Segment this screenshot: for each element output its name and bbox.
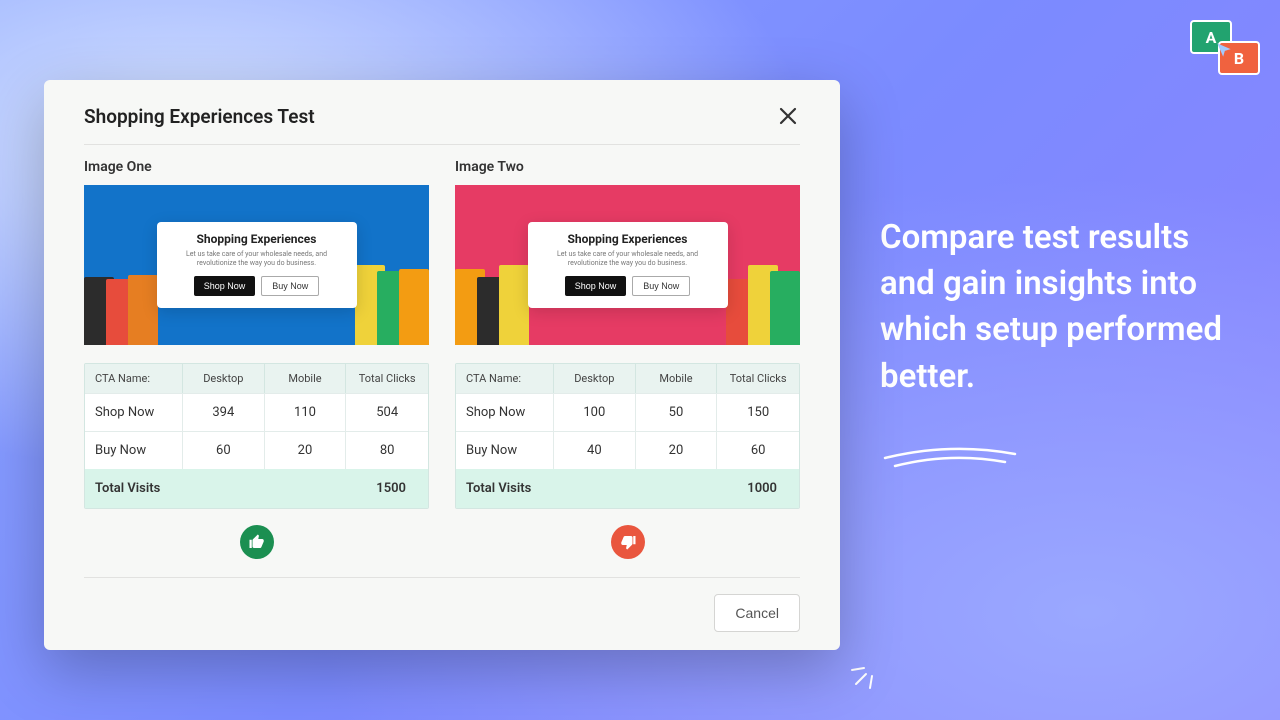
results-dialog: Shopping Experiences Test Image One Shop… [44,80,840,650]
close-button[interactable] [776,104,800,128]
cell-total: 80 [346,431,428,469]
variant-two: Image Two Shopping Experiences Let us ta… [455,159,800,559]
variant-two-table: CTA Name: Desktop Mobile Total Clicks Sh… [455,363,800,509]
col-total: Total Clicks [717,364,799,393]
verdict-badge [455,525,800,559]
col-mobile: Mobile [265,364,347,393]
cancel-button[interactable]: Cancel [714,594,800,632]
buy-now-button[interactable]: Buy Now [261,276,319,296]
cell-desktop: 394 [183,393,265,431]
total-visits-label: Total Visits [456,469,554,508]
hero-card: Shopping Experiences Let us take care of… [528,222,728,308]
cell-cta: Shop Now [85,393,183,431]
variant-one-image: Shopping Experiences Let us take care of… [84,185,429,345]
shopping-bags-icon [359,265,425,345]
hero-card: Shopping Experiences Let us take care of… [157,222,357,308]
total-visits-value: 1500 [183,469,428,508]
total-visits-label: Total Visits [85,469,183,508]
table-header: CTA Name: Desktop Mobile Total Clicks [456,364,799,393]
variant-one-table: CTA Name: Desktop Mobile Total Clicks Sh… [84,363,429,509]
cell-total: 150 [717,393,799,431]
verdict-badge [84,525,429,559]
table-header: CTA Name: Desktop Mobile Total Clicks [85,364,428,393]
variant-two-image: Shopping Experiences Let us take care of… [455,185,800,345]
hero-title: Shopping Experiences [175,232,339,246]
table-row: Shop Now 394 110 504 [85,393,428,431]
underline-decoration [880,440,1020,470]
hero-subtitle: Let us take care of your wholesale needs… [175,250,339,268]
col-total: Total Clicks [346,364,428,393]
shop-now-button[interactable]: Shop Now [194,276,256,296]
col-desktop: Desktop [554,364,636,393]
variant-one-label: Image One [84,159,429,175]
cell-cta: Buy Now [85,431,183,469]
close-icon [776,104,800,128]
shopping-bags-icon [459,265,525,345]
col-desktop: Desktop [183,364,265,393]
dialog-header: Shopping Experiences Test [84,104,800,145]
shopping-bags-icon [88,275,154,345]
table-row: Shop Now 100 50 150 [456,393,799,431]
variants-container: Image One Shopping Experiences Let us ta… [84,159,800,559]
dialog-footer: Cancel [84,577,800,632]
thumbs-up-icon [240,525,274,559]
buy-now-button[interactable]: Buy Now [632,276,690,296]
cell-mobile: 20 [636,431,718,469]
shop-now-button[interactable]: Shop Now [565,276,627,296]
hero-subtitle: Let us take care of your wholesale needs… [546,250,710,268]
cell-desktop: 100 [554,393,636,431]
cell-desktop: 40 [554,431,636,469]
tagline-text: Compare test results and gain insights i… [880,215,1240,400]
cell-mobile: 20 [265,431,347,469]
table-row: Buy Now 60 20 80 [85,431,428,469]
col-cta: CTA Name: [85,364,183,393]
cursor-icon [1214,40,1234,60]
col-mobile: Mobile [636,364,718,393]
variant-one: Image One Shopping Experiences Let us ta… [84,159,429,559]
cell-cta: Shop Now [456,393,554,431]
cell-total: 60 [717,431,799,469]
cell-cta: Buy Now [456,431,554,469]
total-visits-row: Total Visits 1000 [456,469,799,508]
total-visits-row: Total Visits 1500 [85,469,428,508]
thumbs-down-icon [611,525,645,559]
col-cta: CTA Name: [456,364,554,393]
cell-mobile: 50 [636,393,718,431]
cell-total: 504 [346,393,428,431]
total-visits-value: 1000 [554,469,799,508]
table-row: Buy Now 40 20 60 [456,431,799,469]
ab-test-logo [1190,20,1260,75]
shopping-bags-icon [730,265,796,345]
sparkle-decoration [850,650,890,690]
variant-two-label: Image Two [455,159,800,175]
cell-mobile: 110 [265,393,347,431]
cell-desktop: 60 [183,431,265,469]
dialog-title: Shopping Experiences Test [84,105,315,128]
hero-title: Shopping Experiences [546,232,710,246]
